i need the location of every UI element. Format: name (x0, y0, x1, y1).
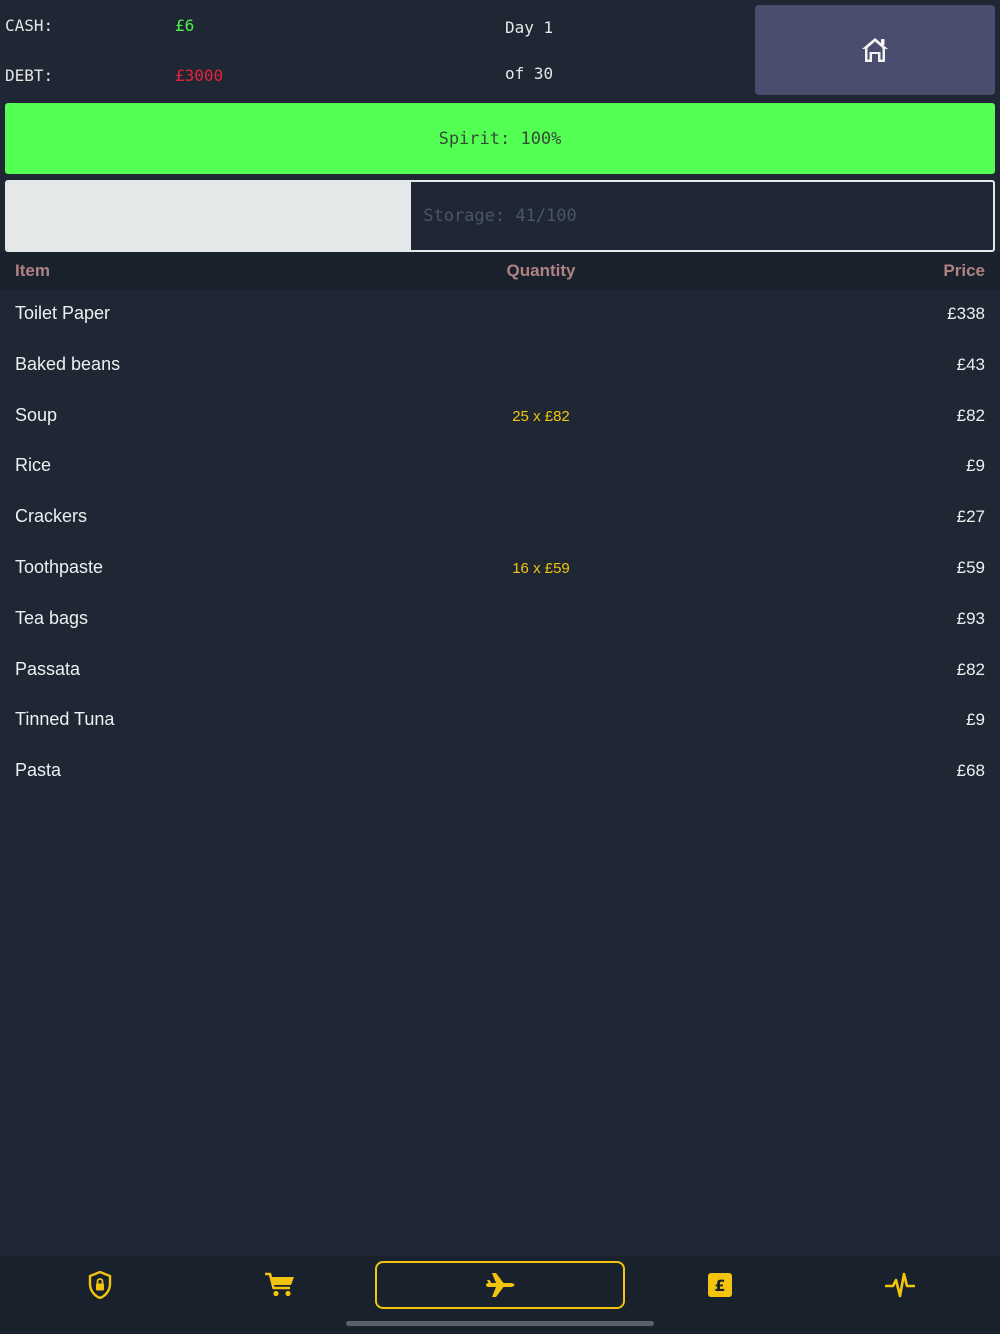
table-row[interactable]: Pasta £68 (0, 747, 1000, 798)
item-price: £27 (956, 507, 985, 527)
item-price: £82 (956, 405, 985, 425)
table-row[interactable]: Tinned Tuna £9 (0, 696, 1000, 747)
day-counter: Day 1 (505, 18, 554, 37)
spirit-label: Spirit: 100% (438, 128, 562, 149)
game-screen: CASH: £6 DEBT: £3000 Day 1 of 30 Spirit:… (0, 0, 1000, 1334)
column-header-item[interactable]: Item (15, 261, 50, 281)
item-name: Baked beans (15, 353, 121, 374)
item-quantity: 25 x £82 (512, 407, 570, 425)
item-name: Rice (15, 455, 52, 476)
cash-label: CASH: (5, 16, 54, 35)
shopping-cart-icon (265, 1272, 294, 1297)
item-name: Tea bags (15, 607, 89, 628)
item-name: Crackers (15, 506, 88, 527)
item-quantity: 16 x £59 (512, 559, 570, 577)
table-header: Item Quantity Price (0, 252, 1000, 290)
item-list: Toilet Paper £338 Baked beans £43 Soup 2… (0, 290, 1000, 798)
debt-label: DEBT: (5, 66, 54, 85)
nav-travel-button[interactable] (375, 1261, 625, 1309)
item-name: Tinned Tuna (15, 709, 115, 730)
table-row[interactable]: Crackers £27 (0, 493, 1000, 544)
table-row[interactable]: Rice £9 (0, 442, 1000, 493)
table-row[interactable]: Toilet Paper £338 (0, 290, 1000, 341)
home-icon (862, 38, 888, 62)
table-row[interactable]: Tea bags £93 (0, 595, 1000, 646)
item-name: Passata (15, 658, 81, 679)
item-price: £338 (947, 304, 985, 323)
item-price: £9 (966, 710, 985, 730)
storage-bar: Storage: 41/100 (5, 180, 995, 252)
item-price: £43 (956, 354, 985, 374)
item-price: £68 (956, 761, 985, 781)
column-header-quantity[interactable]: Quantity (441, 261, 641, 281)
home-indicator[interactable] (346, 1321, 654, 1326)
nav-loan-button[interactable]: £ (620, 1256, 820, 1314)
nav-stats-button[interactable] (800, 1256, 1000, 1314)
nav-bank-button[interactable] (0, 1256, 200, 1314)
shield-lock-icon (88, 1271, 112, 1299)
nav-shop-button[interactable] (180, 1256, 380, 1314)
pulse-icon (885, 1272, 915, 1298)
item-name: Pasta (15, 760, 62, 781)
home-button[interactable] (755, 5, 995, 95)
column-header-price[interactable]: Price (943, 261, 985, 281)
spirit-bar: Spirit: 100% (5, 103, 995, 174)
pound-icon: £ (708, 1273, 732, 1297)
svg-text:£: £ (714, 1276, 725, 1295)
table-row[interactable]: Passata £82 (0, 646, 1000, 697)
item-price: £9 (966, 456, 985, 476)
debt-value: £3000 (175, 66, 224, 85)
item-price: £82 (956, 659, 985, 679)
table-row[interactable]: Baked beans £43 (0, 341, 1000, 392)
item-price: £59 (956, 557, 985, 577)
item-name: Toilet Paper (15, 303, 111, 323)
table-row[interactable]: Toothpaste 16 x £59 £59 (0, 544, 1000, 595)
storage-label: Storage: 41/100 (423, 206, 577, 226)
cash-value: £6 (175, 16, 195, 35)
item-name: Toothpaste (15, 556, 104, 577)
airplane-icon (486, 1273, 515, 1297)
day-total: of 30 (505, 64, 554, 83)
item-name: Soup (15, 404, 58, 425)
table-row[interactable]: Soup 25 x £82 £82 (0, 392, 1000, 443)
item-price: £93 (956, 608, 985, 628)
